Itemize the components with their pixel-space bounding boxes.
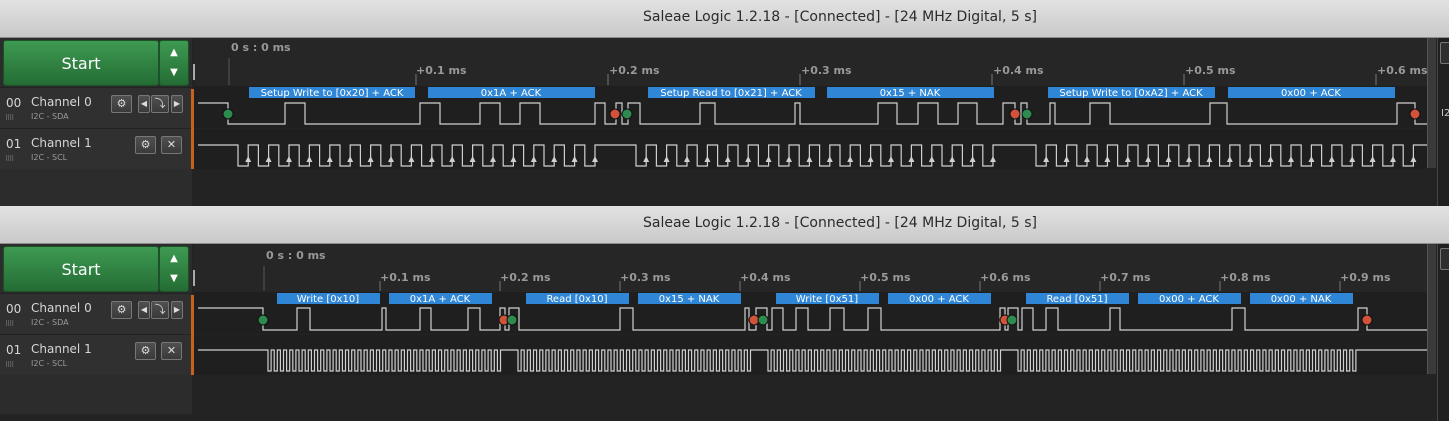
side-panel-toggle[interactable] bbox=[1440, 248, 1449, 270]
annotation-label: 0x00 + ACK bbox=[909, 294, 969, 305]
vertical-scrollbar[interactable] bbox=[1427, 38, 1436, 168]
logic-window-2: Saleae Logic 1.2.18 - [Connected] - [24 … bbox=[0, 206, 1449, 421]
annotation-label: Write [0x51] bbox=[796, 294, 858, 305]
side-panel-edge bbox=[1437, 244, 1449, 421]
annotation-label: Read [0x51] bbox=[1046, 294, 1107, 305]
side-panel-toggle[interactable] bbox=[1440, 42, 1449, 64]
vertical-scrollbar[interactable] bbox=[1427, 244, 1436, 374]
annotation-label: 0x00 + ACK bbox=[1159, 294, 1219, 305]
timeline-gridmarks bbox=[193, 58, 1377, 85]
annotation-label: 0x15 + NAK bbox=[659, 294, 720, 305]
waveform-area-2[interactable]: Write [0x10] 0x1A + ACK Read [0x10] 0x15… bbox=[0, 206, 1449, 421]
timeline-gridmarks bbox=[193, 266, 1341, 291]
annotation-label: 0x00 + NAK bbox=[1271, 294, 1332, 305]
annotation-label: Read [0x10] bbox=[546, 294, 607, 305]
annotation-label: Setup Write to [0xA2] + ACK bbox=[1059, 88, 1203, 99]
annotation-label: Setup Read to [0x21] + ACK bbox=[660, 88, 802, 99]
annotation-label: 0x1A + ACK bbox=[410, 294, 471, 305]
side-panel-label: I2 bbox=[1441, 108, 1449, 119]
annotation-row: Write [0x10] 0x1A + ACK Read [0x10] 0x15… bbox=[277, 293, 1353, 305]
logic-window-1: Saleae Logic 1.2.18 - [Connected] - [24 … bbox=[0, 0, 1449, 206]
annotation-label: Write [0x10] bbox=[297, 294, 359, 305]
annotation-label: 0x15 + NAK bbox=[880, 88, 941, 99]
annotation-label: Setup Write to [0x20] + ACK bbox=[261, 88, 404, 99]
annotation-label: 0x1A + ACK bbox=[481, 88, 542, 99]
annotation-label: 0x00 + ACK bbox=[1281, 88, 1341, 99]
waveform-area-1[interactable]: Setup Write to [0x20] + ACK 0x1A + ACK S… bbox=[0, 0, 1449, 206]
